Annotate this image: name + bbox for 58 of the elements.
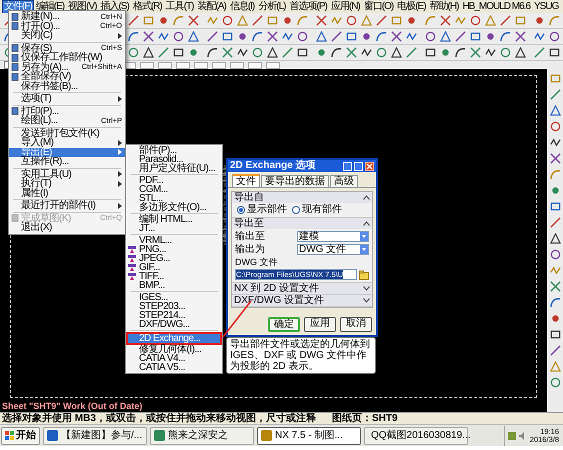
menu-label: STL... <box>139 194 163 203</box>
menu-label: STEP214... <box>139 311 186 320</box>
status-prompt: 选择对象并使用 MB3，或双击，或按住并拖动来移动视图，尺寸或注释 <box>2 414 317 424</box>
menu-label: TIFF... <box>139 272 164 281</box>
menu-label: Parasolid... <box>139 155 184 164</box>
menu-label: PNG... <box>139 245 166 254</box>
menu-label: GIF... <box>139 263 160 272</box>
menu-label: 最近打开的部件(I) <box>21 201 96 210</box>
menu-label: IGES... <box>139 293 168 302</box>
section-title: 导出自 <box>234 192 265 202</box>
sheet-status-label: Sheet "SHT9" Work (Out of Date) <box>2 401 142 411</box>
menu-label: 多边形文件(O)... <box>139 203 206 212</box>
menu-label: 新建(N)... <box>21 12 60 22</box>
menu-label: CGM... <box>139 185 168 194</box>
menu-label: 全部保存(V) <box>21 72 71 82</box>
menu-label: 导入(M) <box>21 138 54 148</box>
section-title: DXF/DWG 设置文件 <box>234 296 325 306</box>
menu-label: 互操作(R)... <box>21 157 69 166</box>
menu-label: 打开(O)... <box>21 22 60 31</box>
menu-label: 导出(E) <box>21 148 52 157</box>
menu-label: VRML... <box>139 236 172 245</box>
menu-label: 编制 HTML... <box>139 215 192 224</box>
menu-label: 关闭(C) <box>21 31 52 40</box>
menu-label: 退出(X) <box>21 223 52 232</box>
menu-label: PDF... <box>139 176 164 185</box>
dialog-title: 2D Exchange 选项 <box>230 161 317 171</box>
tooltip: 导出部件文件或选定的几何体到 IGES、DXF 或 DWG 文件中作为投影的 2D 表示。 <box>226 337 376 374</box>
menu-label: 部件(P)... <box>139 146 177 155</box>
radio-label: 现有部件 <box>302 205 342 215</box>
menu-label: 绘图(L)... <box>21 116 58 126</box>
menu-label: 发送到打包文件(K) <box>21 128 100 138</box>
menu-label: CATIA V4... <box>139 354 185 363</box>
menu-label: JPEG... <box>139 254 170 263</box>
radio-label: 显示部件 <box>247 205 287 215</box>
menu-label: 另存为(A)... <box>21 62 68 72</box>
menu-label: BMP... <box>139 281 165 290</box>
menu-label: STEP203... <box>139 302 186 311</box>
menu-label: 属性(I) <box>21 188 48 198</box>
menu-label: 仅保存工作部件(W) <box>21 53 102 62</box>
field-label: 输出为 <box>235 244 266 254</box>
menu-label: 2D Exchange... <box>139 334 200 343</box>
menu-label: 执行(T) <box>21 179 52 188</box>
menu-label: 完成草图(K) <box>21 214 71 223</box>
menu-label: 实用工具(U) <box>21 170 72 179</box>
menu-label: 打印(P)... <box>21 106 59 116</box>
menu-label: CATIA V5... <box>139 363 185 372</box>
menu-label: 保存书签(B)... <box>21 82 78 91</box>
menu-label: 修复几何体(I)... <box>139 345 202 354</box>
field-label: DWG 文件 <box>235 257 278 267</box>
menu-label: 选项(T) <box>21 94 52 104</box>
field-label: 输出至 <box>235 232 266 242</box>
section-title: NX 到 2D 设置文件 <box>234 284 320 294</box>
menu-label: 用户定义特征(U)... <box>139 164 216 173</box>
section-title: 导出至 <box>234 218 265 228</box>
menu-label: JT... <box>139 224 155 233</box>
sheet-indicator: 图纸页：SHT9 <box>332 414 398 424</box>
menu-label: DXF/DWG... <box>139 320 190 329</box>
menu-label: 保存(S) <box>21 44 52 53</box>
